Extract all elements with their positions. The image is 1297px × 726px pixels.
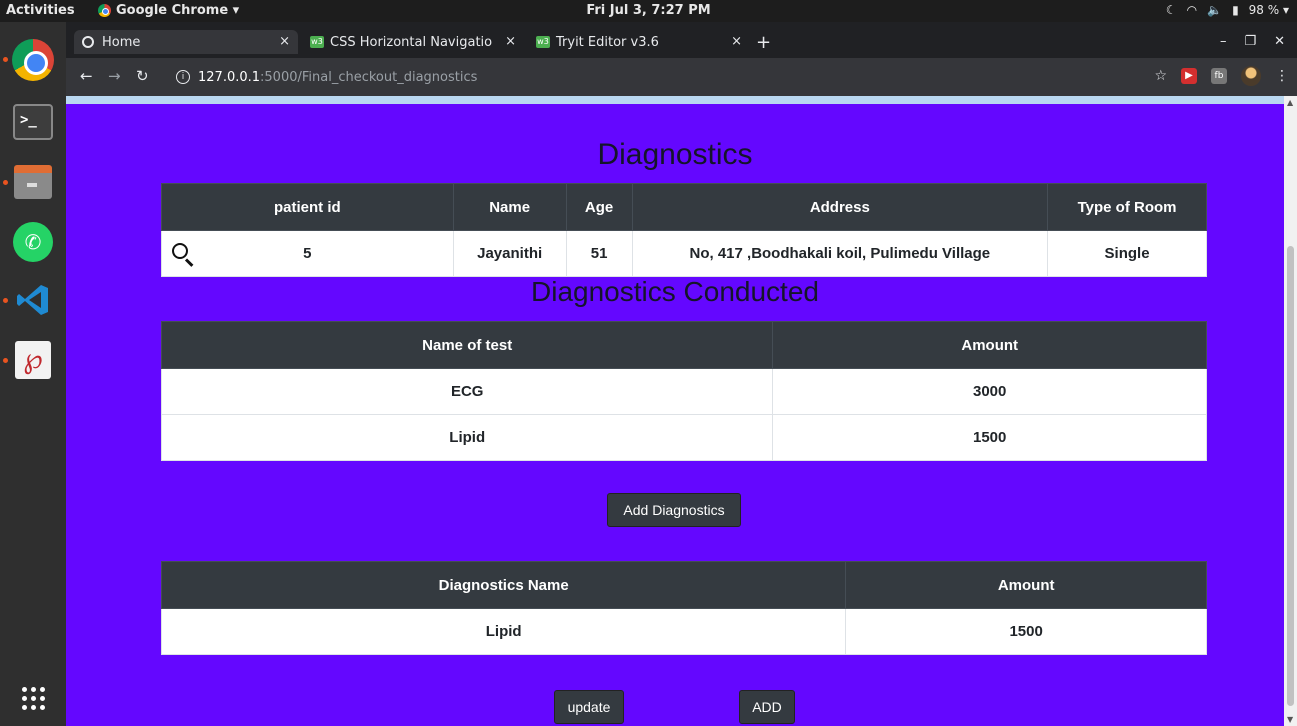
dock-pdf-viewer[interactable]: ℘: [11, 338, 55, 382]
globe-icon: [82, 36, 94, 48]
close-tab-icon[interactable]: ×: [731, 34, 742, 49]
column-header: Name of test: [160, 321, 774, 369]
table-row: Lipid 1500: [160, 414, 1207, 461]
chrome-icon: [12, 39, 54, 81]
running-indicator: [3, 57, 8, 62]
pdf-icon: ℘: [15, 341, 51, 379]
test-name-cell: ECG: [160, 368, 774, 415]
test-amount-cell: 1500: [772, 414, 1207, 461]
extension-icon[interactable]: ▶: [1181, 68, 1197, 84]
close-window-icon[interactable]: ✕: [1274, 34, 1285, 49]
dock-whatsapp[interactable]: ✆: [11, 220, 55, 264]
back-icon[interactable]: ←: [80, 67, 93, 85]
table-row: 5 Jayanithi 51 No, 417 ,Boodhakali koil,…: [161, 230, 1207, 277]
files-icon: [14, 165, 52, 199]
battery-icon: ▮: [1232, 3, 1239, 17]
address-bar[interactable]: i 127.0.0.1 :5000/Final_checkout_diagnos…: [176, 64, 1106, 90]
table-row: ECG 3000: [160, 368, 1207, 415]
test-name-cell: Lipid: [160, 414, 774, 461]
close-tab-icon[interactable]: ×: [505, 34, 516, 49]
tab-label: Home: [102, 34, 141, 50]
running-indicator: [3, 358, 8, 363]
tab-home[interactable]: Home ×: [74, 30, 298, 54]
column-header: Type of Room: [1047, 183, 1207, 231]
add-button[interactable]: ADD: [739, 690, 795, 724]
patient-age-cell: 51: [565, 230, 633, 277]
running-indicator: [3, 180, 8, 185]
night-light-icon: ☾: [1165, 3, 1177, 17]
reload-icon[interactable]: ↻: [136, 67, 149, 85]
vscode-icon: [17, 285, 48, 315]
search-icon[interactable]: [172, 243, 188, 259]
whatsapp-icon: ✆: [13, 222, 53, 262]
column-header: patient id: [161, 183, 454, 231]
section-title: Diagnostics Conducted: [531, 276, 819, 307]
bookmark-star-icon[interactable]: ☆: [1154, 68, 1167, 84]
column-header: Name: [452, 183, 567, 231]
w3schools-icon: w3: [310, 36, 324, 48]
dock-terminal[interactable]: >_: [11, 100, 55, 144]
restore-icon[interactable]: ❐: [1244, 34, 1256, 49]
add-diagnostics-button[interactable]: Add Diagnostics: [607, 493, 741, 527]
new-tab-button[interactable]: +: [756, 32, 771, 53]
volume-icon: 🔈: [1207, 3, 1223, 17]
tab-label: CSS Horizontal Navigatio: [330, 34, 493, 50]
tab-tryit-editor[interactable]: w3 Tryit Editor v3.6 ×: [528, 30, 750, 54]
scroll-down-icon[interactable]: ▼: [1287, 715, 1293, 724]
browser-window: Home × w3 CSS Horizontal Navigatio × w3 …: [66, 22, 1297, 726]
tab-label: Tryit Editor v3.6: [556, 34, 659, 50]
column-header: Diagnostics Name: [160, 561, 847, 609]
minimize-icon[interactable]: –: [1220, 34, 1227, 49]
tab-css-navigation[interactable]: w3 CSS Horizontal Navigatio ×: [302, 30, 524, 54]
update-button[interactable]: update: [554, 690, 624, 724]
dock-vscode[interactable]: [11, 278, 55, 322]
diagnostic-amount-cell: 1500: [845, 608, 1207, 655]
profile-avatar[interactable]: [1241, 66, 1261, 86]
page-scrollbar[interactable]: ▲ ▼: [1284, 96, 1297, 726]
close-tab-icon[interactable]: ×: [279, 34, 290, 49]
column-header: Amount: [845, 561, 1207, 609]
patient-table: patient id Name Age Address Type of Room…: [161, 183, 1207, 277]
site-info-icon[interactable]: i: [176, 70, 190, 84]
patient-name-cell: Jayanithi: [452, 230, 567, 277]
extension-icon[interactable]: fb: [1211, 68, 1227, 84]
show-applications-button[interactable]: [11, 676, 55, 720]
running-indicator: [3, 298, 8, 303]
window-controls: – ❐ ✕: [1220, 34, 1285, 49]
column-header: Age: [565, 183, 633, 231]
dock-files[interactable]: [11, 160, 55, 204]
test-amount-cell: 3000: [772, 368, 1207, 415]
page-viewport: Diagnostics patient id Name Age Address …: [66, 96, 1297, 726]
conducted-tests-table: Name of test Amount ECG 3000 Lipid 1500: [160, 321, 1207, 461]
column-header: Address: [631, 183, 1049, 231]
clock[interactable]: Fri Jul 3, 7:27 PM: [0, 3, 1297, 18]
dock: >_ ✆ ℘: [0, 22, 66, 726]
table-row: Lipid 1500: [160, 608, 1207, 655]
dock-chrome[interactable]: [11, 38, 55, 82]
system-top-bar: Activities Google Chrome ▾ Fri Jul 3, 7:…: [0, 0, 1297, 22]
diagnostic-name-cell: Lipid: [160, 608, 847, 655]
room-type-cell: Single: [1047, 230, 1207, 277]
patient-address-cell: No, 417 ,Boodhakali koil, Pulimedu Villa…: [631, 230, 1049, 277]
url-path: :5000/Final_checkout_diagnostics: [260, 69, 478, 85]
scrollbar-thumb[interactable]: [1287, 246, 1294, 706]
patient-id-value: 5: [303, 245, 312, 262]
app-grid-icon: [21, 686, 45, 710]
page-title: Diagnostics: [597, 138, 753, 171]
wifi-icon: ◠: [1186, 3, 1198, 17]
scroll-up-icon[interactable]: ▲: [1287, 98, 1293, 107]
battery-label: 98 % ▾: [1248, 3, 1289, 17]
browser-toolbar: ← → ↻ i 127.0.0.1 :5000/Final_checkout_d…: [66, 58, 1297, 96]
w3schools-icon: w3: [536, 36, 550, 48]
terminal-icon: >_: [13, 104, 53, 140]
patient-id-cell: 5: [161, 230, 454, 277]
forward-icon[interactable]: →: [108, 67, 121, 85]
menu-icon[interactable]: ⋮: [1275, 68, 1289, 84]
selected-diagnostics-table: Diagnostics Name Amount Lipid 1500: [160, 561, 1207, 655]
system-tray[interactable]: ☾ ◠ 🔈 ▮ 98 % ▾: [1166, 3, 1289, 17]
column-header: Amount: [772, 321, 1207, 369]
toolbar-actions: ☆ ▶ fb ⋮: [1154, 66, 1289, 86]
url-host: 127.0.0.1: [198, 69, 261, 85]
